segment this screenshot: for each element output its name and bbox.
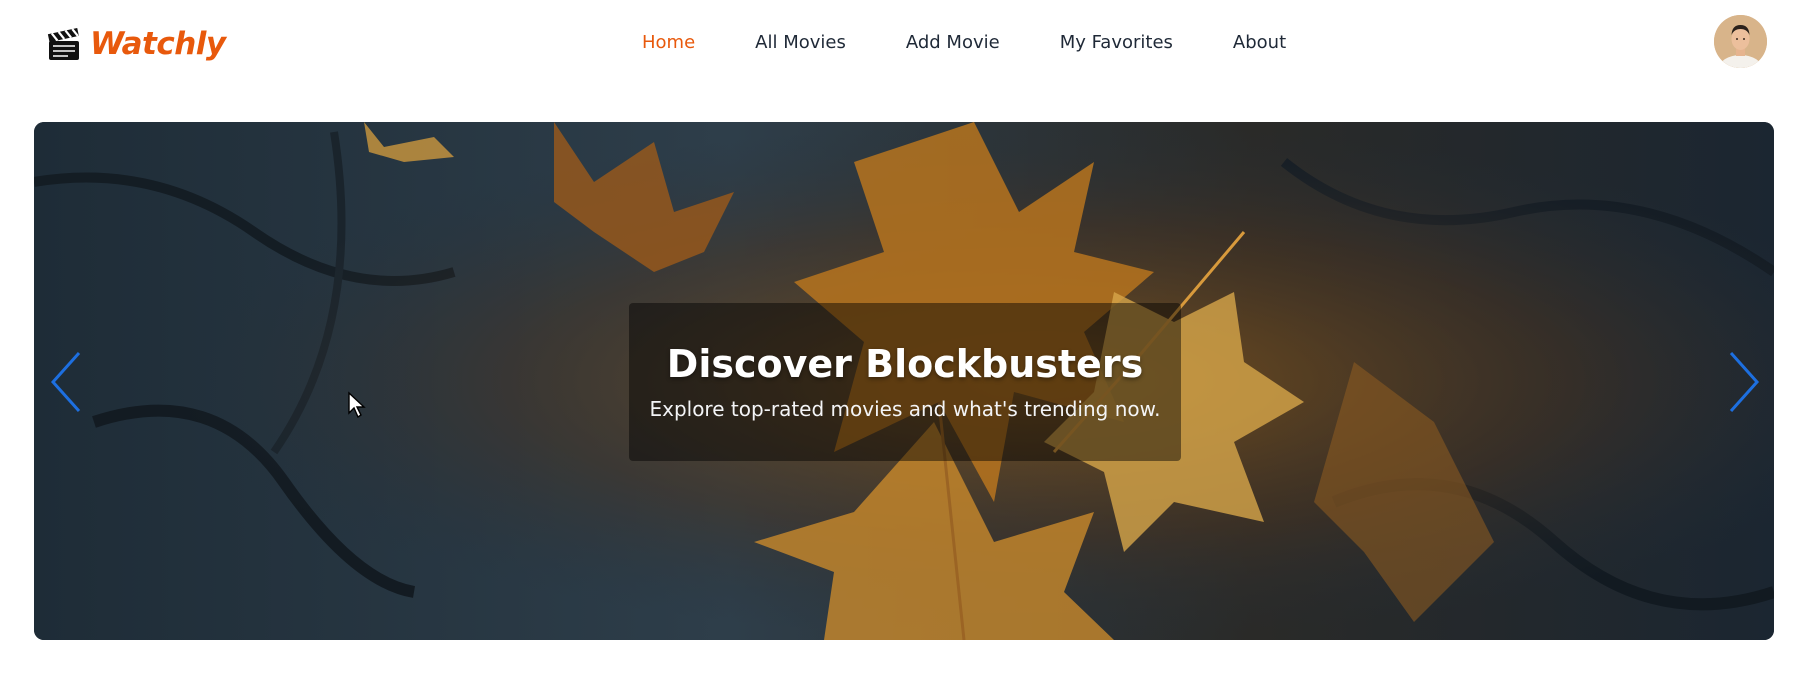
hero-title: Discover Blockbusters [666,342,1144,386]
carousel-caption: Discover Blockbusters Explore top-rated … [629,303,1181,461]
carousel-prev-button[interactable] [44,350,88,414]
chevron-left-icon [50,351,81,413]
clapperboard-icon [47,28,79,60]
main-nav: Home All Movies Add Movie My Favorites A… [642,28,1286,56]
nav-add-movie[interactable]: Add Movie [906,32,1000,53]
chevron-right-icon [1729,351,1760,413]
mouse-cursor-icon [348,391,366,419]
hero-subtitle: Explore top-rated movies and what's tren… [649,397,1161,421]
nav-my-favorites[interactable]: My Favorites [1060,32,1173,53]
user-avatar-icon [1714,15,1767,68]
brand-logo[interactable]: Watchly [44,22,226,66]
navbar: Watchly Home All Movies Add Movie My Fav… [0,0,1794,84]
carousel-next-button[interactable] [1722,350,1766,414]
nav-about[interactable]: About [1233,32,1286,53]
user-avatar[interactable] [1714,15,1767,68]
nav-home[interactable]: Home [642,32,695,53]
nav-all-movies[interactable]: All Movies [755,32,846,53]
hero-carousel: Discover Blockbusters Explore top-rated … [34,122,1774,640]
brand-name: Watchly [90,26,226,62]
